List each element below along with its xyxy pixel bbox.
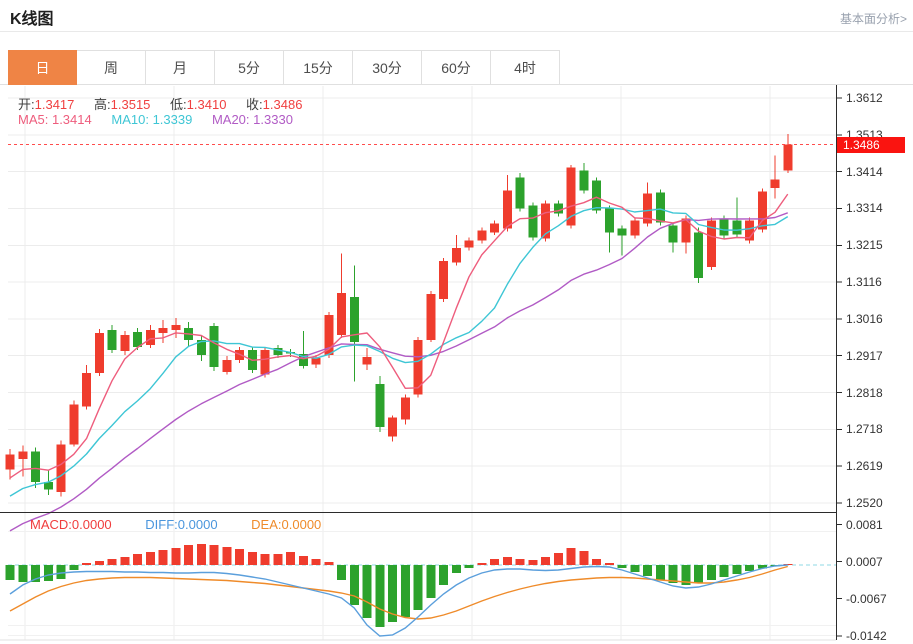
macd-label: MACD: [30, 517, 72, 532]
close-value: 1.3486 [263, 97, 303, 112]
macd-axis-label: -0.0142 [846, 629, 908, 643]
tab-week[interactable]: 周 [77, 50, 146, 85]
dea-value: 0.0000 [282, 517, 322, 532]
price-axis-label: 1.2520 [846, 496, 908, 510]
tab-5min[interactable]: 5分 [215, 50, 284, 85]
price-axis-label: 1.2718 [846, 422, 908, 436]
price-axis-label: 1.3414 [846, 165, 908, 179]
tab-15min[interactable]: 15分 [284, 50, 353, 85]
price-axis-label: 1.3612 [846, 91, 908, 105]
high-label: 高: [94, 97, 111, 112]
price-axis-label: 1.2917 [846, 349, 908, 363]
high-value: 1.3515 [111, 97, 151, 112]
macd-axis-label: 0.0081 [846, 518, 908, 532]
fundamental-analysis-link[interactable]: 基本面分析> [840, 10, 907, 27]
price-axis-label: 1.3016 [846, 312, 908, 326]
ma5-value: 1.3414 [52, 112, 92, 127]
open-value: 1.3417 [35, 97, 75, 112]
price-axis-label: 1.3215 [846, 238, 908, 252]
price-axis-label: 1.3116 [846, 275, 908, 289]
ohlc-legend: 开:1.3417 高:1.3515 低:1.3410 收:1.3486 [18, 94, 318, 113]
close-label: 收: [246, 97, 263, 112]
diff-value: 0.0000 [178, 517, 218, 532]
macd-axis-label: 0.0007 [846, 555, 908, 569]
ma5-label: MA5: [18, 112, 48, 127]
macd-legend: MACD:0.0000 DIFF:0.0000 DEA:0.0000 [30, 517, 321, 532]
low-label: 低: [170, 97, 187, 112]
macd-axis-label: -0.0067 [846, 592, 908, 606]
macd-value: 0.0000 [72, 517, 112, 532]
price-axis-label: 1.2619 [846, 459, 908, 473]
period-tabs: 日 周 月 5分 15分 30分 60分 4时 [8, 50, 560, 85]
low-value: 1.3410 [187, 97, 227, 112]
price-axis-label: 1.2818 [846, 386, 908, 400]
tab-month[interactable]: 月 [146, 50, 215, 85]
ma20-value: 1.3330 [253, 112, 293, 127]
tab-30min[interactable]: 30分 [353, 50, 422, 85]
ma-legend: MA5: 1.3414 MA10: 1.3339 MA20: 1.3330 [18, 112, 309, 127]
ma20-label: MA20: [212, 112, 250, 127]
tab-60min[interactable]: 60分 [422, 50, 491, 85]
current-price-tag: 1.3486 [837, 137, 905, 153]
open-label: 开: [18, 97, 35, 112]
ma10-value: 1.3339 [153, 112, 193, 127]
diff-label: DIFF: [145, 517, 178, 532]
tab-day[interactable]: 日 [8, 50, 77, 85]
tab-4hour[interactable]: 4时 [491, 50, 560, 85]
ma10-label: MA10: [111, 112, 149, 127]
dea-label: DEA: [251, 517, 281, 532]
price-axis-label: 1.3314 [846, 201, 908, 215]
page-title: K线图 [10, 5, 54, 29]
